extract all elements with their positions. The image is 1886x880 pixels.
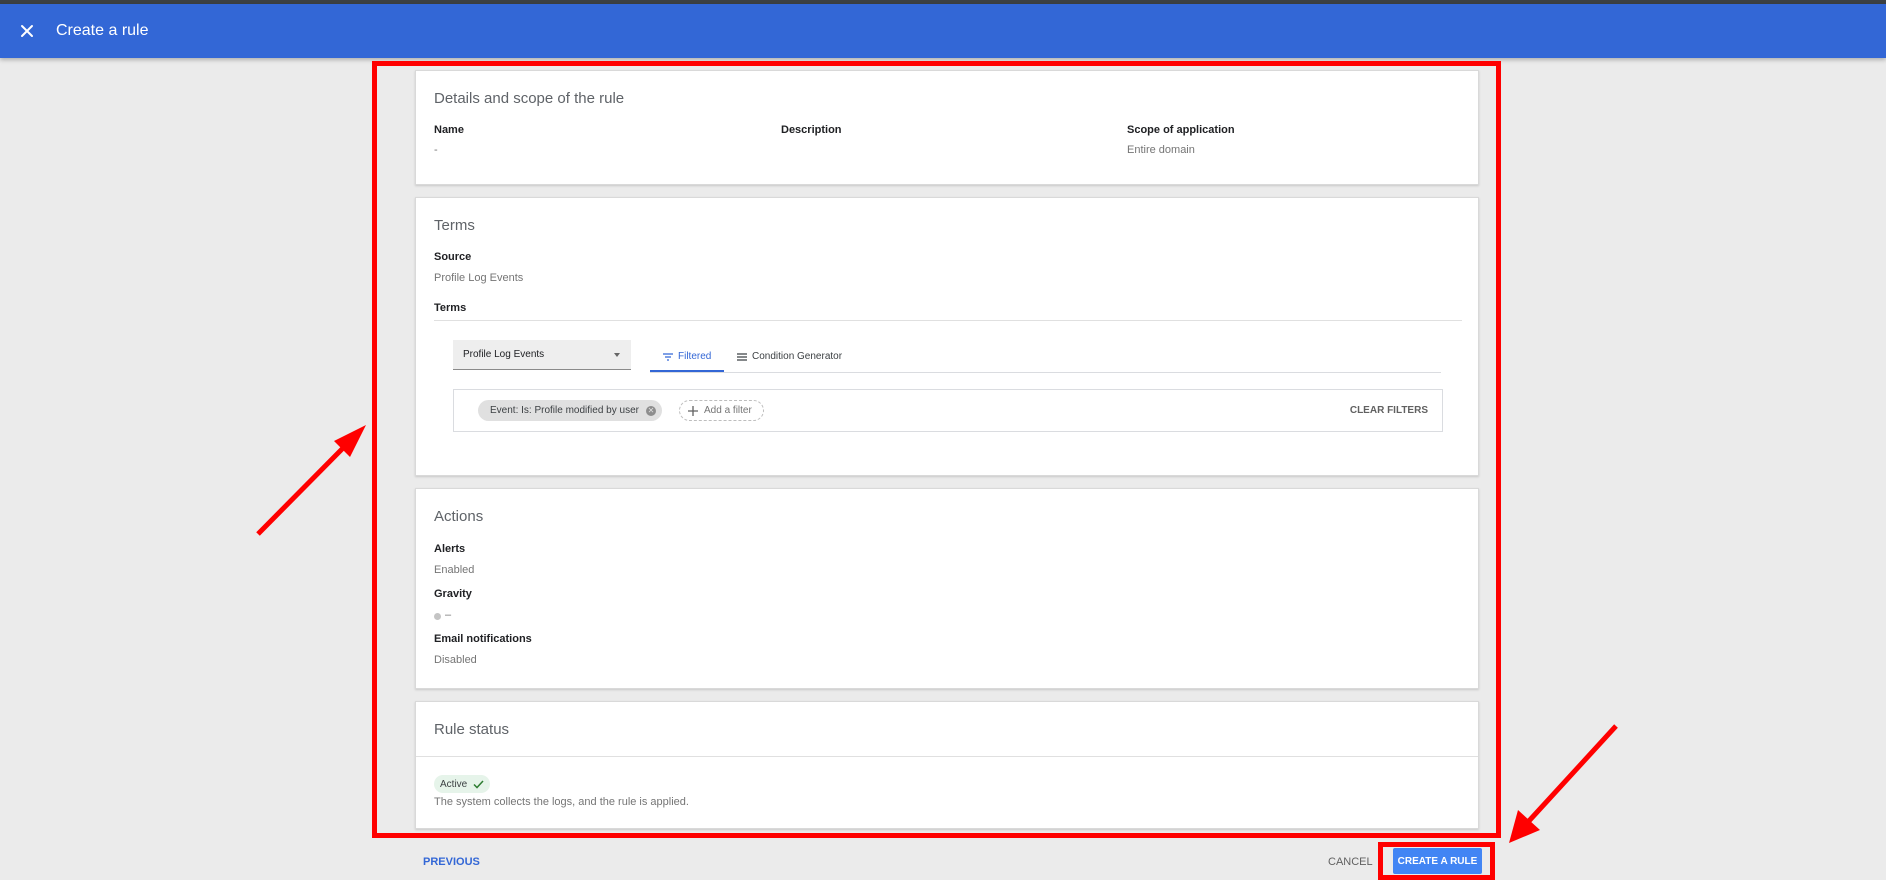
alerts-label: Alerts xyxy=(434,543,466,555)
plus-icon xyxy=(688,405,698,416)
source-dropdown-value: Profile Log Events xyxy=(463,349,545,360)
add-filter-button[interactable]: Add a filter xyxy=(679,400,764,421)
name-value: - xyxy=(434,144,438,156)
create-rule-label: CREATE A RULE xyxy=(1397,855,1478,867)
scope-value: Entire domain xyxy=(1127,144,1195,156)
rule-status-description: The system collects the logs, and the ru… xyxy=(434,796,689,808)
active-tab-indicator xyxy=(650,370,724,372)
app-bar: Create a rule xyxy=(0,4,1886,58)
details-title: Details and scope of the rule xyxy=(434,90,625,107)
source-dropdown[interactable]: Profile Log Events xyxy=(453,340,631,370)
filter-chip[interactable]: Event: Is: Profile modified by user ✕ xyxy=(478,400,662,421)
name-label: Name xyxy=(434,124,464,136)
page-title: Create a rule xyxy=(56,22,149,39)
gravity-value: – xyxy=(445,609,452,621)
alerts-value: Enabled xyxy=(434,564,475,576)
close-button[interactable] xyxy=(0,4,54,58)
rule-status-divider xyxy=(416,756,1478,757)
status-badge: Active xyxy=(434,775,491,793)
email-notifications-value: Disabled xyxy=(434,654,477,666)
close-icon xyxy=(21,25,33,37)
gravity-dot-icon xyxy=(434,613,441,620)
tab-condition-generator[interactable]: Condition Generator xyxy=(737,351,842,362)
remove-filter-icon[interactable]: ✕ xyxy=(645,405,656,416)
tab-filtered-label: Filtered xyxy=(678,351,712,362)
terms-title: Terms xyxy=(434,217,475,234)
details-card: Details and scope of the rule Name - Des… xyxy=(415,70,1479,185)
create-rule-button[interactable]: CREATE A RULE xyxy=(1393,848,1482,874)
status-badge-label: Active xyxy=(440,778,468,790)
rule-status-card: Rule status Active The system collects t… xyxy=(415,701,1479,829)
tab-condition-generator-label: Condition Generator xyxy=(752,351,843,362)
tab-bar-divider xyxy=(650,372,1441,373)
arrow-left-icon xyxy=(256,425,366,536)
actions-title: Actions xyxy=(434,508,484,525)
tab-filtered[interactable]: Filtered xyxy=(663,351,711,362)
source-value: Profile Log Events xyxy=(434,272,524,284)
source-label: Source xyxy=(434,251,472,263)
terms-label: Terms xyxy=(434,302,467,314)
dropdown-caret-icon xyxy=(614,353,620,357)
filter-icon xyxy=(663,352,673,361)
filter-chip-label: Event: Is: Profile modified by user xyxy=(490,405,639,416)
scope-label: Scope of application xyxy=(1127,124,1235,136)
check-icon xyxy=(473,779,484,789)
clear-filters-button[interactable]: CLEAR FILTERS xyxy=(1350,405,1428,416)
actions-card: Actions Alerts Enabled Gravity – Email n… xyxy=(415,488,1479,689)
previous-button[interactable]: PREVIOUS xyxy=(423,856,480,868)
cancel-button[interactable]: CANCEL xyxy=(1328,856,1373,868)
rule-status-title: Rule status xyxy=(434,721,510,738)
terms-divider xyxy=(434,320,1462,321)
gravity-label: Gravity xyxy=(434,588,472,600)
email-notifications-label: Email notifications xyxy=(434,633,532,645)
arrow-right-icon xyxy=(1509,724,1618,843)
add-filter-label: Add a filter xyxy=(704,405,752,416)
filter-bar: Event: Is: Profile modified by user ✕ Ad… xyxy=(453,389,1443,432)
terms-card: Terms Source Profile Log Events Terms Pr… xyxy=(415,197,1479,476)
list-icon xyxy=(737,352,747,361)
description-label: Description xyxy=(781,124,842,136)
